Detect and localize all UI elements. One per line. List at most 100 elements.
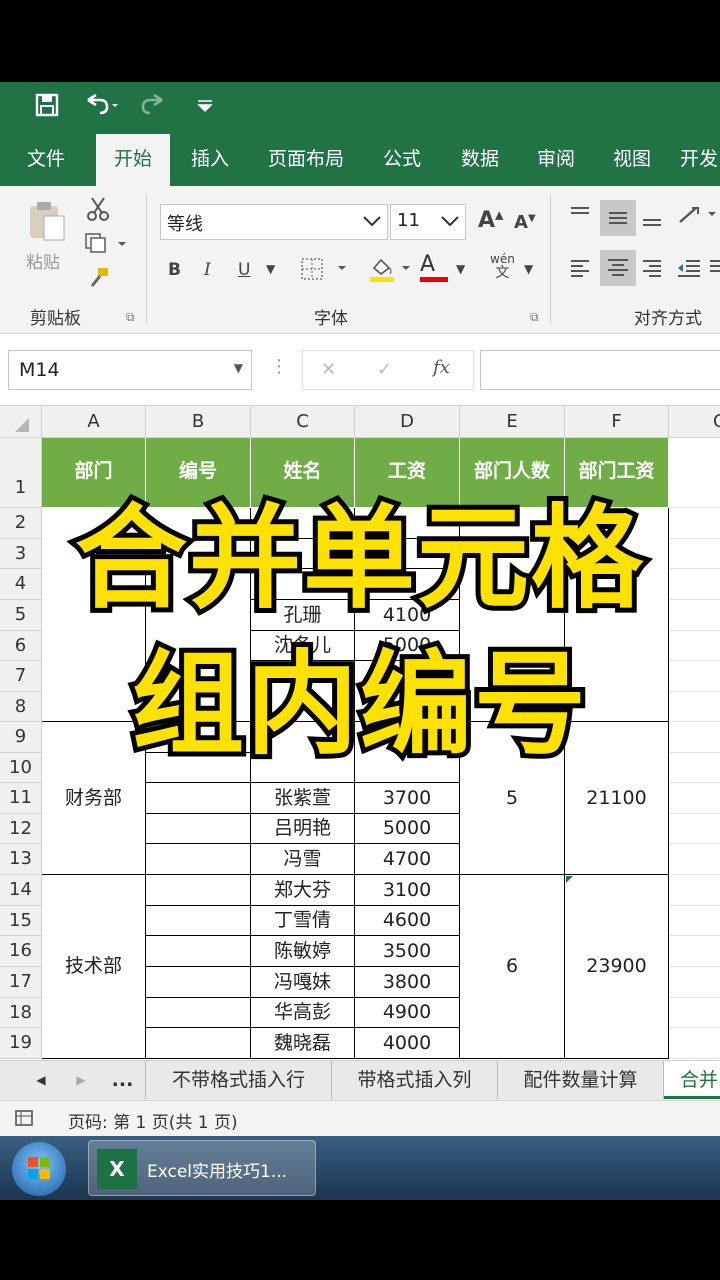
borders-icon[interactable] [300,256,356,286]
column-header[interactable]: B [146,406,251,438]
tab-developer[interactable]: 开发 [680,134,720,186]
font-name-select[interactable]: 等线 [160,204,388,240]
formula-input[interactable] [480,350,720,390]
merged-count-cell-tech[interactable]: 6 [460,875,565,1059]
id-cell[interactable] [146,844,251,875]
tab-file[interactable]: 文件 [14,134,78,186]
sheet-tab[interactable]: 不带格式插入行 [146,1061,332,1099]
salary-cell[interactable]: 3800 [355,967,460,998]
name-cell[interactable]: 吕明艳 [251,814,355,844]
salary-cell[interactable]: 5000 [355,814,460,844]
salary-cell[interactable]: 3500 [355,936,460,967]
column-header[interactable]: A [42,406,146,438]
chevron-down-icon[interactable]: ▼ [456,262,465,276]
row-header[interactable]: 19 [0,1028,42,1059]
undo-icon[interactable] [82,92,118,124]
taskbar-excel-item[interactable]: X Excel实用技巧1... [88,1140,316,1196]
id-cell[interactable] [146,967,251,998]
align-left-icon[interactable] [568,256,592,284]
name-cell[interactable]: 冯嘎妹 [251,967,355,998]
more-sheets-button[interactable]: ... [100,1061,146,1099]
font-size-select[interactable]: 11 [390,204,466,240]
clipboard-launcher-icon[interactable]: ⧉ [126,310,135,325]
row-header[interactable]: 11 [0,783,42,814]
salary-cell[interactable]: 3700 [355,783,460,814]
salary-cell[interactable]: 4900 [355,998,460,1028]
bold-button[interactable]: B [168,260,181,280]
id-cell[interactable] [146,875,251,906]
grow-font-button[interactable]: A▲ [478,208,504,233]
cut-icon[interactable] [86,196,110,226]
column-header[interactable]: E [460,406,565,438]
salary-cell[interactable]: 4600 [355,906,460,936]
shrink-font-button[interactable]: A▼ [514,212,536,233]
font-color-button[interactable]: A [420,252,448,282]
column-header[interactable]: D [355,406,460,438]
paste-button[interactable] [24,198,68,246]
id-cell[interactable] [146,814,251,844]
name-cell[interactable]: 华高彭 [251,998,355,1028]
tab-formulas[interactable]: 公式 [372,134,432,186]
name-cell[interactable]: 丁雪倩 [251,906,355,936]
enter-icon[interactable]: ✓ [377,359,392,380]
format-painter-icon[interactable] [86,266,110,294]
merged-total-cell-tech[interactable]: 23900 [565,875,669,1059]
insert-function-icon[interactable]: fx [433,357,450,378]
underline-button[interactable]: U [238,260,250,280]
row-header[interactable]: 16 [0,936,42,967]
salary-cell[interactable]: 4000 [355,1028,460,1059]
orientation-icon[interactable] [676,202,720,232]
chevron-down-icon[interactable]: ▼ [524,262,533,276]
row-header[interactable]: 17 [0,967,42,998]
more-options-icon[interactable]: ⋮ [270,356,288,377]
align-middle-icon[interactable] [600,200,636,236]
page-layout-icon[interactable] [14,1108,34,1132]
tab-view[interactable]: 视图 [602,134,662,186]
tab-home[interactable]: 开始 [96,134,170,186]
align-top-icon[interactable] [568,204,592,230]
font-launcher-icon[interactable]: ⧉ [530,310,539,325]
select-all-corner[interactable] [0,406,42,438]
redo-icon[interactable] [138,92,174,124]
id-cell[interactable] [146,998,251,1028]
row-header[interactable]: 12 [0,814,42,844]
tab-data[interactable]: 数据 [450,134,510,186]
prev-sheet-icon[interactable]: ◀ [26,1061,56,1099]
align-right-icon[interactable] [640,256,664,284]
copy-icon[interactable] [84,232,130,258]
fill-color-icon[interactable] [368,254,416,288]
id-cell[interactable] [146,1028,251,1059]
save-icon[interactable] [34,92,60,124]
id-cell[interactable] [146,783,251,814]
sheet-tab-active[interactable]: 合并 [664,1061,720,1099]
id-cell[interactable] [146,936,251,967]
italic-button[interactable]: I [204,260,211,280]
column-header[interactable]: C [251,406,355,438]
customize-qat-icon[interactable] [196,92,214,124]
row-header[interactable]: 15 [0,906,42,936]
column-header[interactable]: G [669,406,720,438]
column-header[interactable]: F [565,406,669,438]
align-center-icon[interactable] [600,250,636,286]
increase-indent-icon[interactable] [708,256,720,284]
tab-insert[interactable]: 插入 [180,134,240,186]
sheet-tab[interactable]: 带格式插入列 [332,1061,498,1099]
tab-page-layout[interactable]: 页面布局 [258,134,354,186]
row-header[interactable]: 18 [0,998,42,1028]
salary-cell[interactable]: 3100 [355,875,460,906]
name-cell[interactable]: 陈敏婷 [251,936,355,967]
salary-cell[interactable]: 4700 [355,844,460,875]
id-cell[interactable] [146,906,251,936]
tab-review[interactable]: 审阅 [526,134,586,186]
row-header[interactable]: 14 [0,875,42,906]
name-cell[interactable]: 魏晓磊 [251,1028,355,1059]
name-box[interactable]: M14 ▼ [8,350,252,390]
chevron-down-icon[interactable]: ▼ [266,262,275,276]
phonetic-guide-button[interactable]: wén 文 [490,252,515,280]
next-sheet-icon[interactable]: ▶ [66,1061,96,1099]
sheet-tab[interactable]: 配件数量计算 [498,1061,664,1099]
name-cell[interactable]: 冯雪 [251,844,355,875]
start-button[interactable] [12,1142,66,1196]
row-header[interactable]: 13 [0,844,42,875]
decrease-indent-icon[interactable] [676,256,702,284]
